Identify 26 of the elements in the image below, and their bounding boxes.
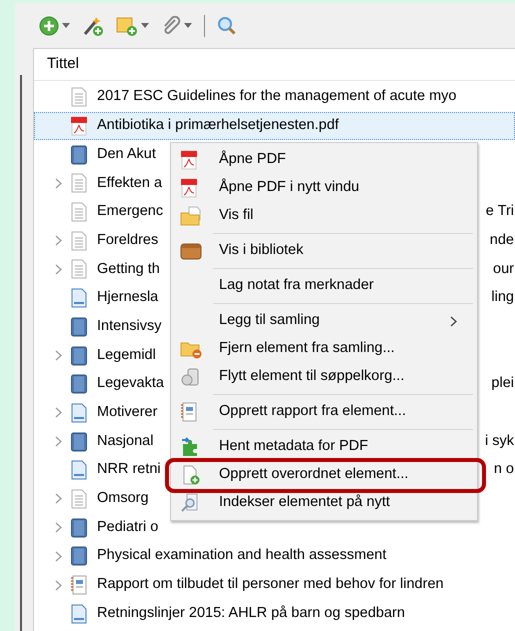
- row-title: Legemidl: [97, 346, 156, 365]
- row-title: Omsorg: [97, 489, 149, 508]
- row-title: Getting th: [97, 260, 160, 279]
- row-title: plei: [491, 374, 515, 394]
- row-title: n o: [494, 460, 515, 480]
- row-title: i syk: [485, 432, 515, 451]
- row-title: e Tri: [486, 202, 515, 222]
- row-title: Nasjonal: [97, 432, 154, 451]
- row-title: Emergenc: [97, 202, 164, 222]
- row-title: Legevakta: [97, 374, 164, 394]
- row-title: Rapport om tilbudet til personer med behov for lindren: [97, 575, 444, 594]
- row-title: Effekten a: [97, 174, 162, 193]
- row-title: Retningslinjer 2015: AHLR på barn og spedbarn: [97, 604, 405, 623]
- row-title: ling: [491, 288, 515, 308]
- row-title: 2017 ESC Guidelines for the management of acute myo: [97, 87, 456, 106]
- row-title: Motiverer: [97, 403, 158, 422]
- row-title: Antibiotika i primærhelsetjenesten.pdf: [97, 116, 339, 136]
- row-title: NRR retni: [97, 460, 161, 480]
- row-title: Intensivsy: [97, 316, 162, 336]
- row-title: Pediatri o: [97, 518, 158, 537]
- row-title: Physical examination and health assessment: [97, 546, 386, 566]
- row-title: Foreldres: [97, 230, 158, 250]
- row-title: Den Akut: [97, 144, 156, 164]
- row-title: our: [493, 260, 515, 279]
- row-title: nde: [490, 230, 515, 250]
- row-title: Hjernesla: [97, 288, 158, 308]
